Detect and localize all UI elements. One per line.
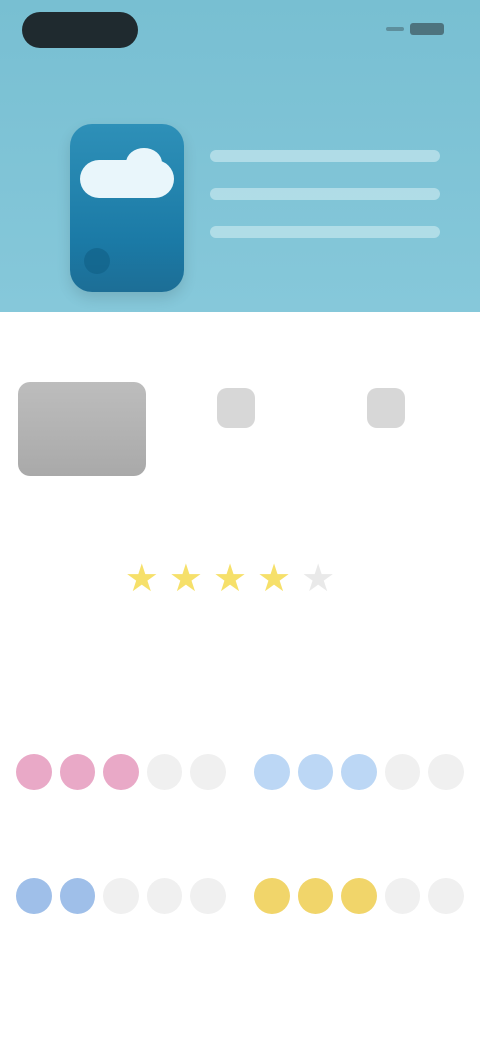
category-1 <box>16 710 226 790</box>
hero-subtitle <box>210 188 440 200</box>
star-icon-empty[interactable]: ★ <box>301 560 335 598</box>
drop-icon <box>84 248 110 274</box>
rating-block: ★ ★ ★ ★ ★ <box>0 560 480 616</box>
signal-icon <box>386 27 404 31</box>
rating-dot-filled[interactable] <box>59 878 96 914</box>
category-title <box>16 710 226 728</box>
rating-dot-filled[interactable] <box>103 754 139 790</box>
hero-text-block <box>210 150 440 264</box>
hero-banner <box>0 0 480 312</box>
rating-dot-filled[interactable] <box>341 754 377 790</box>
rating-dot-filled[interactable] <box>254 878 290 914</box>
rating-stars[interactable]: ★ ★ ★ ★ ★ <box>125 560 355 598</box>
category-4 <box>254 834 464 914</box>
rating-dot-empty[interactable] <box>146 754 183 790</box>
rating-dot-filled[interactable] <box>254 754 290 790</box>
dashboard-icon <box>367 388 405 428</box>
category-3 <box>16 834 226 914</box>
status-pill <box>22 12 138 48</box>
star-icon[interactable]: ★ <box>213 560 247 598</box>
rating-dot-filled[interactable] <box>341 878 377 914</box>
category-2 <box>254 710 464 790</box>
preview-thumbnail[interactable] <box>18 382 146 476</box>
category-title <box>254 710 464 728</box>
star-icon[interactable]: ★ <box>125 560 159 598</box>
preview-row <box>18 382 468 482</box>
hero-title <box>210 150 440 162</box>
category-dots[interactable] <box>16 754 226 790</box>
rating-dot-empty[interactable] <box>428 878 464 914</box>
rating-dot-empty[interactable] <box>384 754 421 790</box>
hero-tagline <box>210 226 440 238</box>
rating-dot-filled[interactable] <box>59 754 96 790</box>
rating-dot-empty[interactable] <box>428 754 464 790</box>
category-dots[interactable] <box>254 754 464 790</box>
category-title <box>254 834 464 852</box>
app-icon[interactable] <box>70 124 184 292</box>
rating-dot-filled[interactable] <box>16 754 52 790</box>
battery-icon <box>410 23 444 35</box>
mini-stat-1[interactable] <box>206 388 266 438</box>
category-dots[interactable] <box>16 878 226 914</box>
rating-dot-empty[interactable] <box>190 754 226 790</box>
category-dots[interactable] <box>254 878 464 914</box>
mini-stat-2[interactable] <box>356 388 416 438</box>
rating-dot-empty[interactable] <box>190 878 226 914</box>
clock-icon <box>217 388 255 428</box>
cloud-icon <box>80 148 174 198</box>
rating-dot-empty[interactable] <box>384 878 421 914</box>
star-icon[interactable]: ★ <box>257 560 291 598</box>
rating-dot-empty[interactable] <box>146 878 183 914</box>
rating-dot-filled[interactable] <box>297 878 334 914</box>
rating-dot-filled[interactable] <box>297 754 334 790</box>
status-indicators <box>386 22 444 36</box>
rating-dot-filled[interactable] <box>16 878 52 914</box>
category-title <box>16 834 226 852</box>
star-icon[interactable]: ★ <box>169 560 203 598</box>
rating-dot-empty[interactable] <box>103 878 139 914</box>
